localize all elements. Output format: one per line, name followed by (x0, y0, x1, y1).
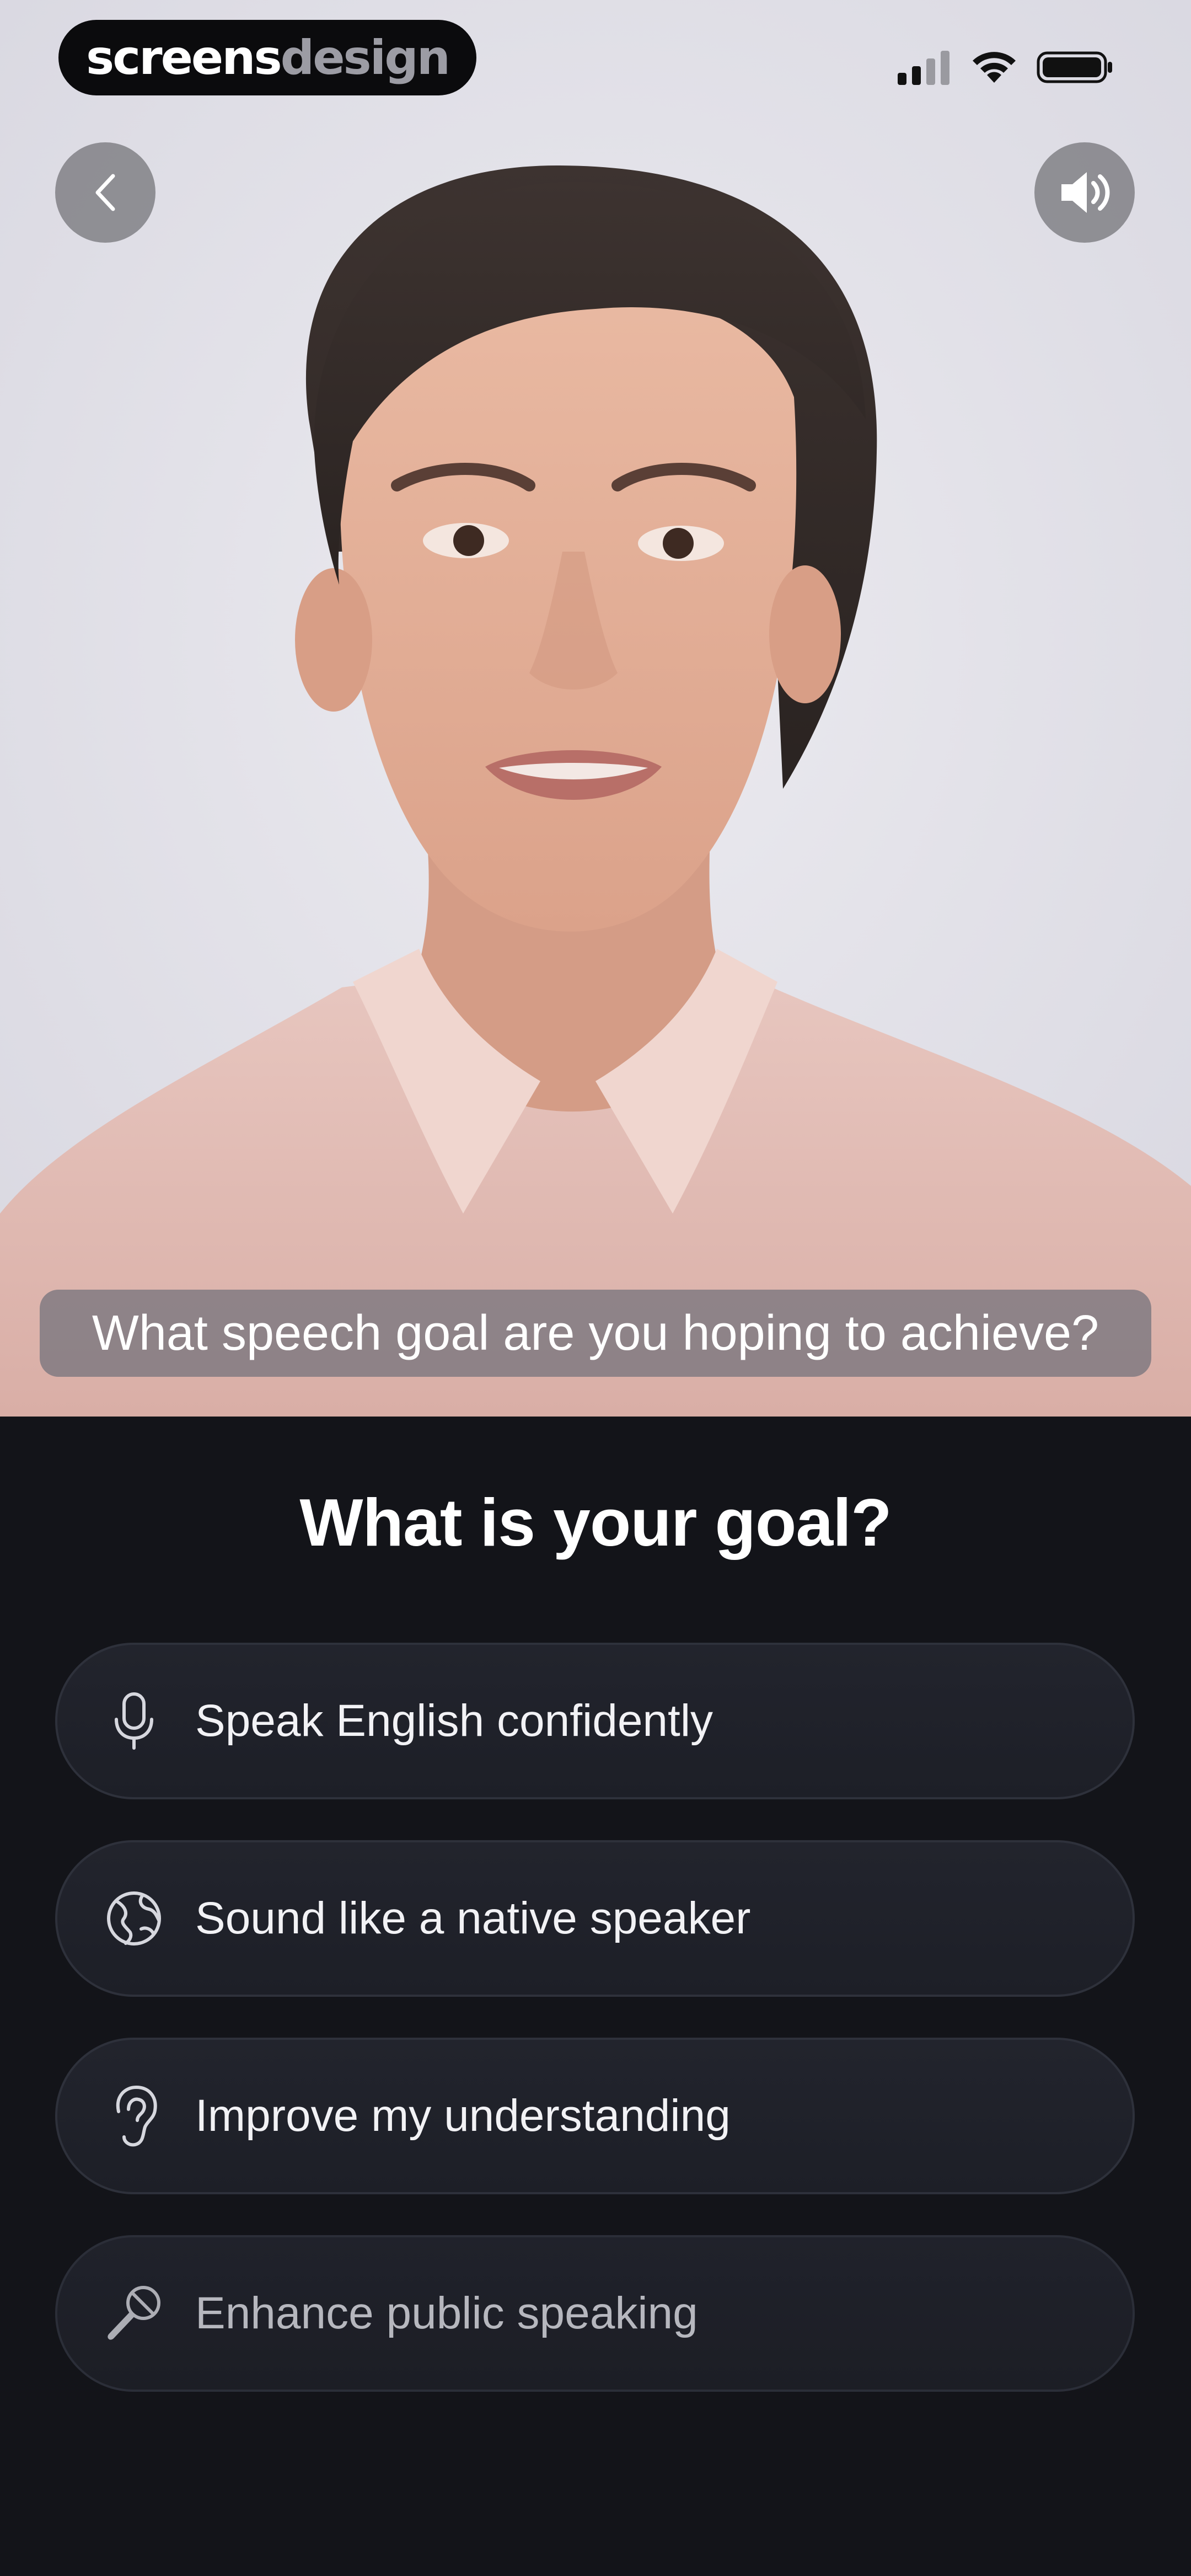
back-button[interactable] (55, 142, 155, 243)
battery-icon (1037, 51, 1112, 83)
video-caption: What speech goal are you hoping to achie… (40, 1290, 1151, 1377)
ear-icon (101, 2083, 167, 2149)
option-label: Enhance public speaking (195, 2288, 698, 2338)
cellular-signal-icon (898, 51, 949, 85)
onboarding-screen: screens design What speech goal are you … (0, 0, 1191, 2576)
option-enhance-public-speaking[interactable]: Enhance public speaking (55, 2235, 1135, 2392)
status-bar-icons (898, 45, 1114, 89)
speaker-volume-icon (1061, 172, 1110, 213)
wifi-icon (973, 52, 1016, 83)
sound-toggle-button[interactable] (1034, 142, 1135, 243)
option-label: Improve my understanding (195, 2091, 731, 2141)
option-improve-understanding[interactable]: Improve my understanding (55, 2038, 1135, 2194)
globe-icon (101, 1886, 167, 1951)
option-speak-english-confidently[interactable]: Speak English confidently (55, 1643, 1135, 1799)
brand-part-2: design (280, 30, 450, 85)
presenter-image (0, 0, 1191, 1417)
option-sound-like-native-speaker[interactable]: Sound like a native speaker (55, 1840, 1135, 1997)
intro-video[interactable]: screens design What speech goal are you … (0, 0, 1191, 1417)
goal-options-list: Speak English confidently Sound like a n… (55, 1643, 1136, 2433)
handheld-mic-icon (101, 2281, 167, 2346)
chevron-left-icon (95, 174, 115, 211)
page-title: What is your goal? (299, 1485, 892, 1560)
option-label: Speak English confidently (195, 1696, 713, 1746)
brand-part-1: screens (86, 30, 282, 85)
microphone-icon (101, 1688, 167, 1754)
option-label: Sound like a native speaker (195, 1893, 751, 1943)
brand-watermark: screens design (58, 20, 476, 95)
